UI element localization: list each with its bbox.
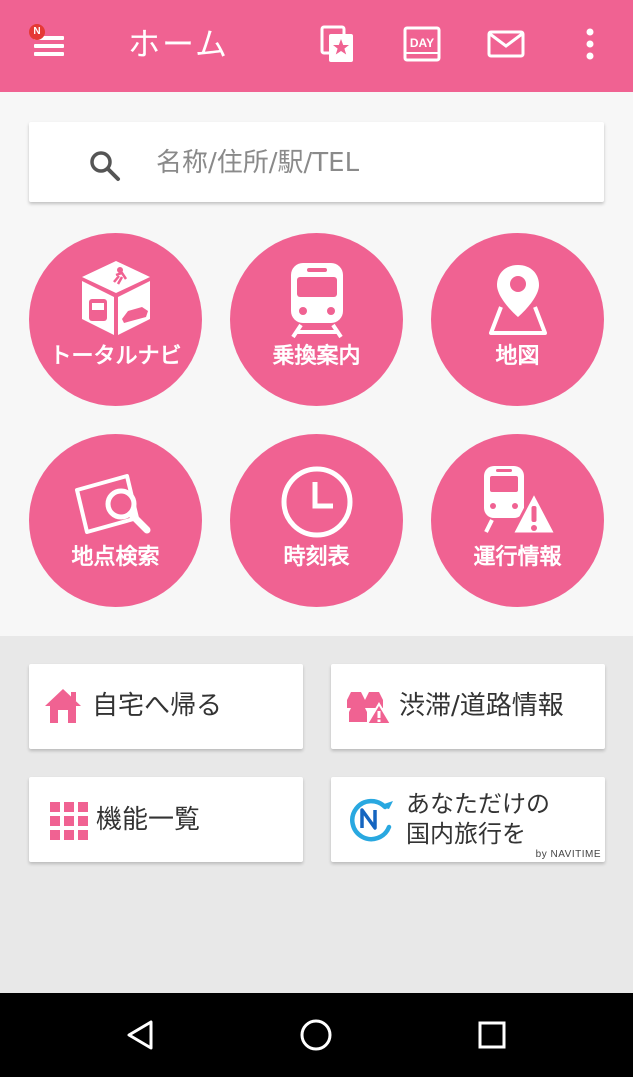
feature-service-info-button[interactable]: 運行情報 xyxy=(431,434,604,607)
mail-icon[interactable] xyxy=(486,24,526,64)
clock-icon xyxy=(230,464,403,540)
traffic-info-button[interactable]: 渋滞/道路情報 xyxy=(331,664,605,749)
feature-label: 乗換案内 xyxy=(272,344,361,369)
home-nav-icon[interactable] xyxy=(292,1011,340,1059)
feature-label: 地図 xyxy=(495,344,540,369)
feature-label: 運行情報 xyxy=(473,545,562,570)
feature-map-button[interactable]: 地図 xyxy=(431,233,604,406)
card-label-line2: 国内旅行を xyxy=(406,820,526,848)
train-icon xyxy=(230,259,403,339)
day-label: DAY xyxy=(410,36,434,50)
grid-icon xyxy=(49,801,89,845)
card-label: 渋滞/道路情報 xyxy=(399,691,564,721)
feature-point-search-button[interactable]: 地点検索 xyxy=(29,434,202,607)
page-title: ホーム xyxy=(128,25,230,63)
card-label-line1: あなただけの xyxy=(406,790,550,818)
map-pin-icon xyxy=(431,261,604,337)
total-navi-cube-icon xyxy=(29,257,202,339)
feature-timetable-button[interactable]: 時刻表 xyxy=(230,434,403,607)
card-label: 自宅へ帰る xyxy=(92,691,223,721)
card-label: 機能一覧 xyxy=(96,805,201,835)
more-vert-icon[interactable] xyxy=(570,24,610,64)
point-search-icon xyxy=(29,470,202,538)
navitime-byline: by NAVITIME xyxy=(535,849,601,860)
train-warning-icon xyxy=(431,462,604,538)
search-input[interactable]: 名称/住所/駅/TEL xyxy=(29,122,604,202)
back-icon[interactable] xyxy=(117,1011,165,1059)
go-home-button[interactable]: 自宅へ帰る xyxy=(29,664,303,749)
navitime-travel-logo-icon xyxy=(347,797,397,847)
system-nav-bar xyxy=(0,993,633,1077)
feature-label: トータルナビ xyxy=(49,344,182,369)
home-icon xyxy=(43,686,83,730)
navitime-travel-button[interactable]: あなただけの 国内旅行を by NAVITIME xyxy=(331,777,605,862)
app-bar: N ホーム DAY xyxy=(0,0,633,92)
feature-label: 地点検索 xyxy=(71,545,160,570)
search-placeholder: 名称/住所/駅/TEL xyxy=(156,148,360,178)
recent-apps-icon[interactable] xyxy=(468,1011,516,1059)
feature-label: 時刻表 xyxy=(283,545,350,570)
favorite-star-icon[interactable] xyxy=(318,24,358,64)
feature-total-navi-button[interactable]: トータルナビ xyxy=(29,233,202,406)
search-icon xyxy=(87,148,123,184)
feature-list-button[interactable]: 機能一覧 xyxy=(29,777,303,862)
feature-transfer-button[interactable]: 乗換案内 xyxy=(230,233,403,406)
notification-badge: N xyxy=(29,24,45,40)
day-calendar-icon[interactable]: DAY xyxy=(402,24,442,64)
traffic-icon xyxy=(345,686,393,730)
